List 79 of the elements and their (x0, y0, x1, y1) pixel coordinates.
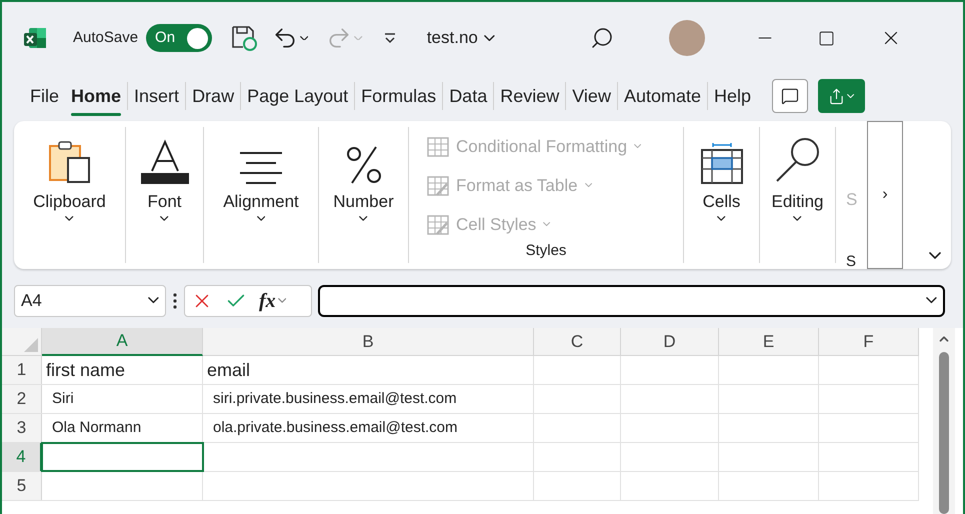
caret-icon (634, 144, 642, 149)
caret-icon (160, 216, 169, 221)
table-brush-icon (427, 176, 449, 196)
autosave-label: AutoSave (73, 28, 138, 48)
comment-icon (781, 87, 800, 105)
ribbon-tab[interactable]: Help (708, 74, 758, 118)
cell-text[interactable]: email (203, 356, 534, 384)
group-label: Styles (526, 241, 568, 261)
row-header[interactable]: 2 (2, 385, 42, 413)
column-header[interactable]: C (534, 328, 621, 356)
ribbon-tab[interactable]: Automate (618, 74, 707, 118)
save-sync-icon[interactable] (230, 24, 258, 52)
ribbon-tab[interactable]: Formulas (355, 74, 442, 118)
caret-icon (847, 94, 855, 98)
caret-icon (278, 298, 286, 303)
caret-icon (793, 216, 802, 221)
caret-icon (256, 216, 266, 221)
column-header[interactable]: A (42, 328, 203, 356)
align-center-icon (239, 151, 283, 185)
more-icon[interactable] (172, 292, 178, 310)
cells-icon (700, 143, 744, 185)
ribbon-group-button[interactable]: Font (147, 191, 182, 221)
column-header[interactable]: D (621, 328, 719, 356)
vertical-scrollbar[interactable] (933, 328, 955, 514)
row-header[interactable]: 3 (2, 414, 42, 442)
caret-icon (584, 183, 592, 188)
ribbon-group-button[interactable]: Alignment (223, 191, 299, 221)
ribbon-group-button[interactable]: Editing (772, 191, 824, 221)
caret-icon (359, 216, 368, 221)
column-header[interactable]: F (819, 328, 919, 356)
cell-text[interactable]: Ola Normann (42, 414, 203, 442)
cell-text[interactable]: Siri (42, 385, 203, 413)
excel-logo-icon (22, 25, 48, 51)
search-icon[interactable] (590, 26, 614, 50)
caret-icon (65, 216, 74, 221)
cell-text[interactable]: siri.private.business.email@test.com (203, 385, 534, 413)
share-icon (828, 88, 846, 104)
ribbon-group-button[interactable]: Clipboard (33, 191, 106, 221)
ribbon-scroll-button[interactable]: › (867, 121, 903, 269)
row-header[interactable]: 4 (2, 443, 42, 471)
ribbon-tab[interactable]: Data (443, 74, 494, 118)
ribbon-group-button[interactable]: Number (333, 191, 394, 221)
ribbon-tab[interactable]: Page Layout (241, 74, 354, 118)
caret-icon (717, 216, 726, 221)
caret-icon (148, 297, 159, 304)
maximize-icon[interactable] (818, 30, 835, 46)
formula-input[interactable] (318, 284, 945, 316)
collapse-ribbon-icon[interactable] (929, 252, 941, 259)
file-name-button[interactable]: test.no (426, 25, 495, 51)
expand-icon[interactable] (926, 297, 937, 304)
group-label: S (846, 252, 856, 269)
customize-toolbar-icon[interactable] (382, 32, 397, 44)
ribbon-tab[interactable]: View (566, 74, 617, 118)
comments-button[interactable] (772, 79, 808, 113)
insert-function-button[interactable]: fx (259, 286, 286, 316)
font-color-icon (140, 139, 190, 185)
ribbon-tab[interactable]: Insert (128, 74, 186, 118)
row-header[interactable]: 5 (2, 472, 42, 500)
row-header[interactable]: 1 (2, 356, 42, 384)
cell-text[interactable]: first name (42, 356, 203, 384)
table-cell[interactable] (42, 443, 203, 471)
share-button[interactable] (818, 79, 866, 113)
caret-icon[interactable] (300, 36, 308, 40)
ribbon-tab[interactable]: Home (65, 74, 128, 118)
column-header[interactable]: E (719, 328, 819, 356)
ribbon-tab[interactable]: Draw (186, 74, 240, 118)
cell-text[interactable]: ola.private.business.email@test.com (203, 414, 534, 442)
ribbon-group-button[interactable]: Cells (702, 191, 740, 221)
conditional-format-icon (427, 136, 449, 156)
avatar[interactable] (668, 20, 705, 56)
ribbon-tab[interactable]: File (24, 74, 66, 118)
caret-icon (543, 222, 550, 227)
caret-icon (484, 34, 495, 42)
clipboard-icon (46, 139, 92, 185)
autosave-toggle[interactable]: On (146, 24, 212, 52)
column-header[interactable]: B (203, 328, 534, 356)
ribbon-tab[interactable]: Review (494, 74, 566, 118)
cell-brush-icon (427, 214, 449, 234)
name-box[interactable]: A4 (14, 284, 166, 316)
